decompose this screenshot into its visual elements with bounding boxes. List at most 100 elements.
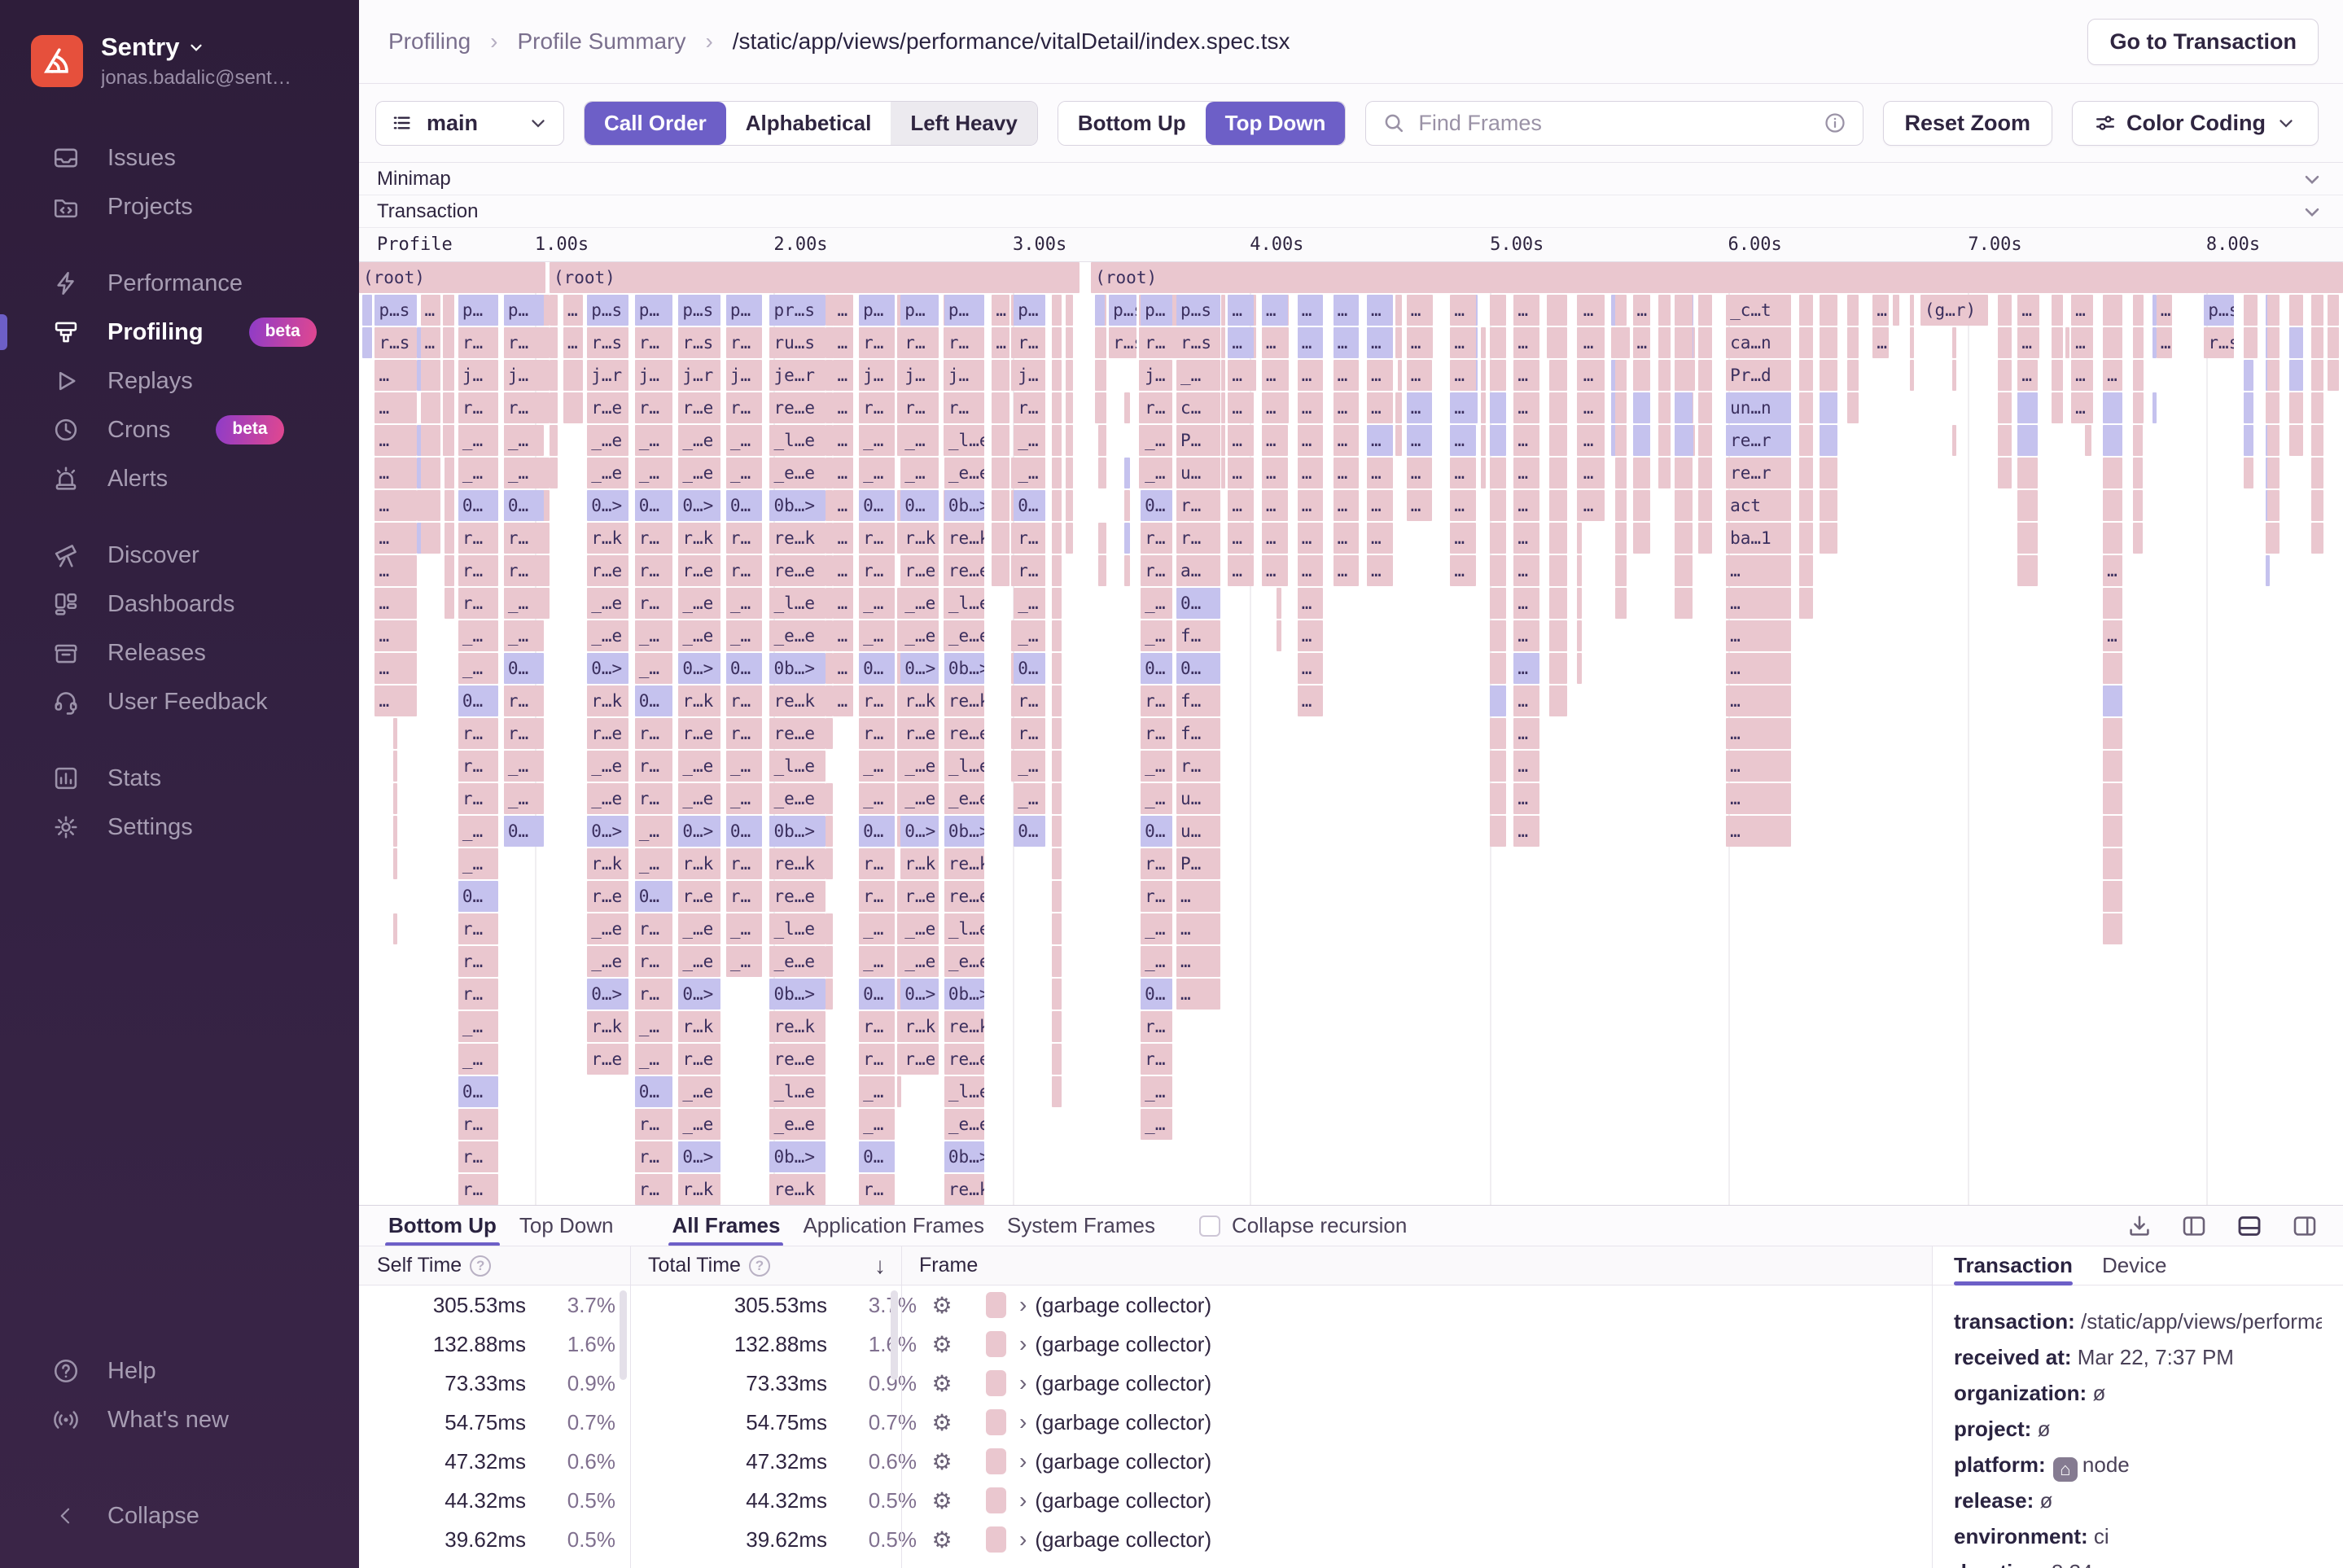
flame-frame-small[interactable]: [1615, 490, 1627, 521]
flame-frame-small[interactable]: [2103, 523, 2122, 554]
flame-frame-small[interactable]: [2289, 360, 2303, 391]
flame-frame-small[interactable]: [1952, 360, 1956, 391]
flame-frame[interactable]: …: [1407, 360, 1433, 391]
flame-frame-small[interactable]: [1052, 555, 1062, 586]
flame-frame[interactable]: j…: [944, 360, 984, 391]
flame-frame-small[interactable]: [1675, 327, 1693, 358]
flame-frame[interactable]: _e…e: [944, 458, 984, 488]
flame-frame[interactable]: _e…e: [944, 1109, 984, 1140]
flame-frame-small[interactable]: [1910, 327, 1914, 358]
flame-frame-small[interactable]: [1847, 360, 1859, 391]
flame-frame[interactable]: …: [1513, 783, 1539, 814]
flame-frame[interactable]: 0…: [458, 490, 498, 521]
flame-frame-small[interactable]: [550, 392, 558, 423]
flame-frame[interactable]: …: [1298, 490, 1324, 521]
flame-frame[interactable]: r…: [944, 392, 984, 423]
flame-frame-small[interactable]: [1893, 295, 1899, 326]
flame-frame[interactable]: …: [2071, 360, 2093, 391]
sidebar-item-user-feedback[interactable]: User Feedback: [0, 677, 359, 726]
flame-frame[interactable]: c…: [1176, 392, 1220, 423]
flame-frame[interactable]: …: [1407, 458, 1433, 488]
flame-frame[interactable]: r…: [458, 979, 498, 1010]
flame-frame[interactable]: r…: [458, 555, 498, 586]
flame-frame[interactable]: j…: [504, 360, 544, 391]
flame-frame[interactable]: _…e: [900, 620, 938, 651]
flame-frame[interactable]: …: [1334, 295, 1360, 326]
flame-frame-small[interactable]: [1847, 295, 1859, 326]
flame-frame[interactable]: r…: [726, 881, 762, 912]
flame-frame-small[interactable]: [1799, 360, 1813, 391]
flame-frame[interactable]: …: [1579, 327, 1605, 358]
flame-frame[interactable]: …: [563, 295, 583, 326]
flame-frame[interactable]: P…: [1176, 848, 1220, 879]
flame-frame-small[interactable]: [1577, 588, 1582, 619]
flame-frame[interactable]: 0…>: [587, 653, 628, 684]
flame-frame[interactable]: j…: [1014, 360, 1045, 391]
flame-frame-small[interactable]: [1052, 392, 1062, 423]
flame-frame[interactable]: 0b…>: [944, 490, 984, 521]
flame-frame-small[interactable]: [1549, 295, 1567, 326]
flame-frame-small[interactable]: [1633, 392, 1651, 423]
flame-frame[interactable]: r…: [458, 1141, 498, 1172]
flame-frame-small[interactable]: [2311, 523, 2323, 554]
flame-frame[interactable]: 0…: [635, 490, 672, 521]
flame-frame[interactable]: _…: [458, 816, 498, 847]
flame-frame-small[interactable]: [1549, 620, 1567, 651]
flame-frame[interactable]: _…: [859, 783, 895, 814]
tab-system-frames[interactable]: System Frames: [996, 1206, 1167, 1246]
flame-frame[interactable]: …: [1367, 425, 1393, 456]
flame-frame-small[interactable]: [1481, 458, 1486, 488]
flame-frame-small[interactable]: [1998, 327, 2012, 358]
expand-chevron-icon[interactable]: ›: [1019, 1487, 1027, 1513]
flame-frame-small[interactable]: [1098, 523, 1106, 554]
flame-frame-small[interactable]: [2052, 360, 2064, 391]
flame-frame-small[interactable]: [1799, 490, 1813, 521]
flame-frame[interactable]: u…: [1176, 458, 1220, 488]
frame-header[interactable]: Frame: [901, 1254, 978, 1277]
flame-frame-small[interactable]: [1066, 392, 1074, 423]
flame-frame[interactable]: 0…: [635, 1076, 672, 1107]
flame-frame-small[interactable]: [1799, 327, 1813, 358]
flame-frame-small[interactable]: [421, 523, 440, 554]
flame-frame[interactable]: _…: [726, 425, 762, 456]
flame-frame-small[interactable]: [393, 848, 397, 879]
flame-frame-small[interactable]: [1633, 360, 1651, 391]
flame-frame-small[interactable]: [445, 425, 454, 456]
flame-frame-small[interactable]: [1820, 360, 1837, 391]
flame-frame-small[interactable]: [2103, 816, 2122, 847]
flame-frame-small[interactable]: [2244, 295, 2253, 326]
flame-frame-small[interactable]: [1221, 327, 1225, 358]
flame-frame[interactable]: 0…>: [587, 816, 628, 847]
flame-frame-small[interactable]: [1490, 392, 1505, 423]
flame-frame-small[interactable]: [1799, 555, 1813, 586]
flame-frame[interactable]: _…: [1141, 1076, 1172, 1107]
flame-frame-small[interactable]: [1549, 425, 1567, 456]
flame-frame[interactable]: j…: [635, 360, 672, 391]
flame-frame-small[interactable]: [2085, 425, 2091, 456]
flame-frame[interactable]: r…: [635, 979, 672, 1010]
flame-frame-small[interactable]: [1124, 523, 1131, 554]
flame-frame-small[interactable]: [992, 458, 1009, 488]
flame-frame-small[interactable]: [2244, 360, 2253, 391]
flame-frame[interactable]: p…s: [1109, 295, 1136, 326]
flame-frame-small[interactable]: [550, 360, 558, 391]
flame-frame[interactable]: r…: [504, 685, 544, 716]
flame-frame-small[interactable]: [445, 588, 454, 619]
flame-frame-small[interactable]: [2103, 588, 2122, 619]
flame-frame-small[interactable]: [445, 490, 454, 521]
flame-frame-small[interactable]: [1698, 458, 1712, 488]
flame-frame-small[interactable]: [1490, 425, 1505, 456]
flame-frame-small[interactable]: [1052, 816, 1062, 847]
flame-frame-small[interactable]: [2267, 523, 2279, 554]
flame-frame[interactable]: …: [992, 327, 1009, 358]
flame-frame-small[interactable]: [1549, 490, 1567, 521]
sidebar-item-settings[interactable]: Settings: [0, 803, 359, 852]
flame-frame-small[interactable]: [2103, 327, 2122, 358]
flame-frame[interactable]: p…s: [2204, 295, 2234, 326]
flame-frame[interactable]: r…: [458, 946, 498, 977]
flame-frame[interactable]: _…: [1014, 425, 1045, 456]
flame-frame-small[interactable]: [1698, 327, 1712, 358]
flame-frame[interactable]: …: [833, 523, 852, 554]
flame-frame[interactable]: _…e: [678, 1076, 720, 1107]
flame-frame[interactable]: …: [833, 425, 852, 456]
